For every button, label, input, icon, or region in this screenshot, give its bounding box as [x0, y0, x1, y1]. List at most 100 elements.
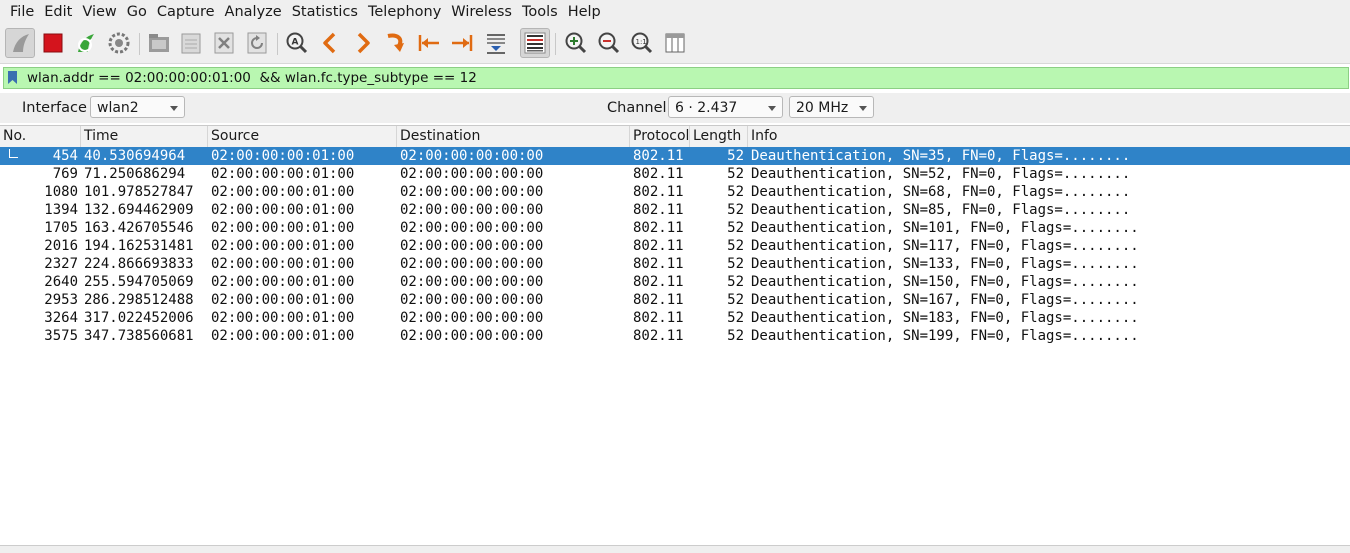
first-packet-icon[interactable]	[414, 28, 444, 58]
cell-source: 02:00:00:00:01:00	[211, 166, 355, 182]
menu-edit[interactable]: Edit	[39, 0, 77, 25]
column-header-source[interactable]: Source	[208, 126, 397, 147]
cell-destination: 02:00:00:00:00:00	[400, 274, 544, 290]
cell-protocol: 802.11	[633, 184, 684, 200]
go-to-packet-icon[interactable]	[381, 28, 411, 58]
menu-telephony[interactable]: Telephony	[363, 0, 446, 25]
cell-no: 454	[52, 148, 78, 164]
auto-scroll-icon[interactable]	[481, 28, 511, 58]
cell-time: 347.738560681	[84, 328, 194, 344]
cell-time: 224.866693833	[84, 256, 194, 272]
cell-info: Deauthentication, SN=133, FN=0, Flags=..…	[751, 256, 1139, 272]
cell-destination: 02:00:00:00:00:00	[400, 166, 544, 182]
column-header-protocol[interactable]: Protocol	[630, 126, 690, 147]
menu-analyze[interactable]: Analyze	[220, 0, 287, 25]
column-header-no[interactable]: No.	[0, 126, 81, 147]
cell-time: 40.530694964	[84, 148, 186, 164]
packet-row[interactable]: 454 40.530694964 02:00:00:00:01:00 02:00:00…	[0, 147, 1350, 165]
cell-protocol: 802.11	[633, 274, 684, 290]
packet-row[interactable]: 2016 194.162531481 02:00:00:00:01:00 02:00:…	[0, 237, 1350, 255]
last-packet-icon[interactable]	[447, 28, 477, 58]
cell-no: 769	[52, 166, 78, 182]
cell-no: 3575	[44, 328, 78, 344]
display-filter-input[interactable]: wlan.addr == 02:00:00:00:01:00 && wlan.f…	[3, 67, 1349, 89]
cell-time: 71.250686294	[84, 166, 186, 182]
normal-size-icon[interactable]: 1:1	[627, 28, 657, 58]
cell-destination: 02:00:00:00:00:00	[400, 184, 544, 200]
cell-no: 1394	[44, 202, 78, 218]
cell-info: Deauthentication, SN=101, FN=0, Flags=..…	[751, 220, 1139, 236]
packet-row[interactable]: 2327 224.866693833 02:00:00:00:01:00 02:00:…	[0, 255, 1350, 273]
packet-row[interactable]: 3264 317.022452006 02:00:00:00:01:00 02:00:…	[0, 309, 1350, 327]
packet-row[interactable]: 1705 163.426705546 02:00:00:00:01:00 02:00:…	[0, 219, 1350, 237]
restart-capture-icon[interactable]	[71, 28, 101, 58]
cell-source: 02:00:00:00:01:00	[211, 238, 355, 254]
packet-row[interactable]: 3575 347.738560681 02:00:00:00:01:00 02:00:…	[0, 327, 1350, 345]
channel-select[interactable]: 6 · 2.437	[668, 96, 783, 118]
cell-no: 2640	[44, 274, 78, 290]
chevron-down-icon	[859, 106, 867, 111]
capture-options-icon[interactable]	[104, 28, 134, 58]
interface-label: Interface	[22, 100, 87, 116]
cell-time: 163.426705546	[84, 220, 194, 236]
cell-destination: 02:00:00:00:00:00	[400, 292, 544, 308]
cell-source: 02:00:00:00:01:00	[211, 328, 355, 344]
cell-destination: 02:00:00:00:00:00	[400, 238, 544, 254]
resize-columns-icon[interactable]	[660, 28, 690, 58]
open-file-icon[interactable]	[144, 28, 174, 58]
save-file-icon[interactable]	[176, 28, 206, 58]
column-header-time[interactable]: Time	[81, 126, 208, 147]
cell-no: 2016	[44, 238, 78, 254]
menu-go[interactable]: Go	[122, 0, 152, 25]
close-file-icon[interactable]	[209, 28, 239, 58]
column-header-info[interactable]: Info	[748, 126, 1350, 147]
channel-label: Channel	[607, 100, 667, 116]
go-back-icon[interactable]	[315, 28, 345, 58]
cell-source: 02:00:00:00:01:00	[211, 220, 355, 236]
cell-length: 52	[727, 310, 744, 326]
go-forward-icon[interactable]	[348, 28, 378, 58]
main-toolbar: A 1:1	[0, 25, 1350, 64]
cell-info: Deauthentication, SN=150, FN=0, Flags=..…	[751, 274, 1139, 290]
stop-capture-icon[interactable]	[38, 28, 68, 58]
zoom-out-icon[interactable]	[594, 28, 624, 58]
menu-help[interactable]: Help	[563, 0, 606, 25]
cell-protocol: 802.11	[633, 292, 684, 308]
cell-length: 52	[727, 166, 744, 182]
packet-row[interactable]: 2953 286.298512488 02:00:00:00:01:00 02:00:…	[0, 291, 1350, 309]
cell-no: 2953	[44, 292, 78, 308]
column-header-destination[interactable]: Destination	[397, 126, 630, 147]
cell-protocol: 802.11	[633, 166, 684, 182]
cell-no: 1080	[44, 184, 78, 200]
interface-select[interactable]: wlan2	[90, 96, 185, 118]
menu-wireless[interactable]: Wireless	[446, 0, 517, 25]
channel-width-select[interactable]: 20 MHz	[789, 96, 874, 118]
find-packet-icon[interactable]: A	[282, 28, 312, 58]
cell-length: 52	[727, 256, 744, 272]
colorize-icon[interactable]	[520, 28, 550, 58]
chevron-down-icon	[170, 106, 178, 111]
cell-protocol: 802.11	[633, 202, 684, 218]
bookmark-icon[interactable]	[8, 71, 17, 84]
column-header-length[interactable]: Length	[690, 126, 748, 147]
menu-view[interactable]: View	[77, 0, 121, 25]
packet-row[interactable]: 769 71.250686294 02:00:00:00:01:00 02:00:00…	[0, 165, 1350, 183]
zoom-in-icon[interactable]	[561, 28, 591, 58]
menu-capture[interactable]: Capture	[152, 0, 220, 25]
menu-statistics[interactable]: Statistics	[287, 0, 363, 25]
cell-protocol: 802.11	[633, 256, 684, 272]
cell-length: 52	[727, 184, 744, 200]
packet-row[interactable]: 1080 101.978527847 02:00:00:00:01:00 02:00:…	[0, 183, 1350, 201]
packet-row[interactable]: 2640 255.594705069 02:00:00:00:01:00 02:00:…	[0, 273, 1350, 291]
cell-no: 1705	[44, 220, 78, 236]
cell-destination: 02:00:00:00:00:00	[400, 202, 544, 218]
cell-time: 286.298512488	[84, 292, 194, 308]
cell-info: Deauthentication, SN=183, FN=0, Flags=..…	[751, 310, 1139, 326]
packet-list[interactable]: No. Time Source Destination Protocol Len…	[0, 125, 1350, 546]
menu-tools[interactable]: Tools	[517, 0, 563, 25]
reload-file-icon[interactable]	[242, 28, 272, 58]
menu-file[interactable]: File	[0, 0, 39, 25]
cell-length: 52	[727, 292, 744, 308]
start-capture-icon[interactable]	[5, 28, 35, 58]
packet-row[interactable]: 1394 132.694462909 02:00:00:00:01:00 02:00:…	[0, 201, 1350, 219]
